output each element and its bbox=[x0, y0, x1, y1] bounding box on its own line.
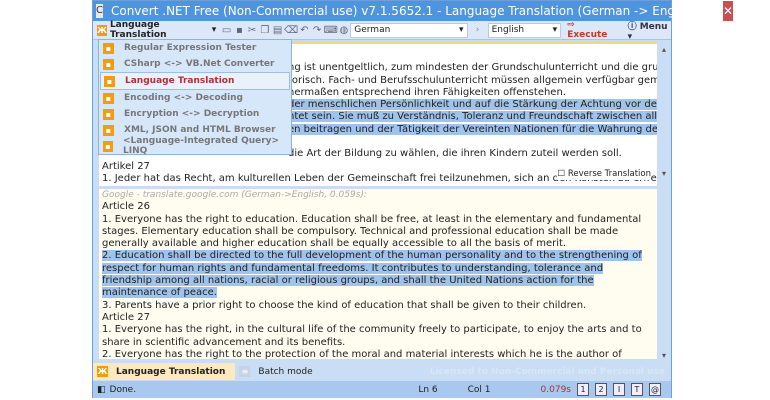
source-language-select[interactable]: German ▾ bbox=[350, 22, 468, 38]
scroll-up-icon[interactable]: ▴ bbox=[659, 45, 669, 54]
translation-text: 1. Everyone has the right, in the cultur… bbox=[102, 324, 642, 348]
line-number: Ln 6 bbox=[418, 384, 438, 395]
status-toggle-button[interactable]: 1 bbox=[577, 383, 589, 396]
browser-icon: ▪ bbox=[103, 124, 114, 136]
menu-item[interactable]: ▪ Regular Expression Tester bbox=[100, 40, 290, 56]
open-icon[interactable]: ▭ bbox=[220, 25, 233, 36]
tab-batch-mode[interactable]: ≡ Batch mode bbox=[235, 363, 322, 380]
encryption-icon: ▪ bbox=[103, 108, 114, 120]
source-line-text: hermaßen entsprechend ihren Fähigkeiten … bbox=[288, 86, 566, 98]
menu-button[interactable]: ⓘ Menu ▾ bbox=[628, 19, 671, 42]
translation-text: 2. Education shall be directed to the fu… bbox=[102, 250, 642, 299]
target-language-select[interactable]: English ▾ bbox=[487, 22, 562, 38]
status-toggle-button[interactable]: 2 bbox=[595, 383, 607, 396]
close-button[interactable]: ✕ bbox=[723, 1, 734, 21]
mode-dropdown[interactable]: Ж Language Translation ▾ bbox=[93, 20, 220, 40]
source-line bbox=[288, 136, 657, 148]
paste-icon[interactable]: ▤ bbox=[271, 25, 284, 36]
copy-icon[interactable]: ❐ bbox=[259, 25, 272, 36]
title-bar: C Convert .NET Free (Non-Commercial use)… bbox=[93, 1, 734, 21]
translation-text: 1. Everyone has the right to education. … bbox=[102, 213, 642, 250]
menu-item-label: Regular Expression Tester bbox=[124, 43, 257, 53]
converter-icon: ▪ bbox=[103, 58, 114, 70]
menu-item[interactable]: ▪ Encoding <-> Decoding bbox=[100, 90, 290, 106]
menu-item-label: Language Translation bbox=[125, 76, 235, 86]
translation-paragraph: 2. Everyone has the right to the protect… bbox=[102, 349, 653, 359]
source-line bbox=[288, 50, 657, 62]
translation-text: 3. Parents have a prior right to choose … bbox=[102, 299, 587, 311]
menu-item-label: Encoding <-> Decoding bbox=[124, 93, 244, 103]
save-icon[interactable]: ▪ bbox=[233, 25, 246, 36]
source-line-text: der menschlichen Persönlichkeit und auf … bbox=[288, 99, 657, 111]
menu-item[interactable]: ▪ Language Translation bbox=[100, 72, 290, 90]
source-line-text: en beitragen und der Tätigkeit der Verei… bbox=[288, 123, 657, 135]
source-line-text: ng ist unentgeltlich, zum mindesten der … bbox=[288, 62, 657, 74]
source-line: en beitragen und der Tätigkeit der Verei… bbox=[288, 123, 657, 136]
scroll-down-icon[interactable]: ▾ bbox=[659, 169, 669, 178]
elapsed-time: 0.079s bbox=[540, 384, 571, 395]
source-line-text: die Art der Bildung zu wählen, die ihren… bbox=[288, 148, 622, 160]
source-line: der menschlichen Persönlichkeit und auf … bbox=[288, 99, 657, 111]
translation-paragraph: 1. Everyone has the right, in the cultur… bbox=[102, 324, 653, 349]
tab-language-translation[interactable]: Ж Language Translation bbox=[93, 363, 236, 380]
translation-paragraph: Article 27 bbox=[102, 312, 653, 324]
globe-icon[interactable]: ◍ bbox=[338, 25, 351, 36]
column-number: Col 1 bbox=[467, 384, 491, 395]
translation-paragraph: Article 26 bbox=[102, 201, 653, 213]
status-toggle-button[interactable]: T bbox=[631, 383, 643, 396]
translation-output[interactable]: Google - translate.google.com (German->E… bbox=[99, 189, 657, 359]
app-icon: C bbox=[96, 4, 103, 18]
license-text: Licensed to Non-Commercial and Personal … bbox=[429, 366, 665, 377]
source-line: ng ist unentgeltlich, zum mindesten der … bbox=[288, 62, 657, 74]
status-icon: ◧ bbox=[97, 384, 106, 395]
menu-item-label: Encryption <-> Decryption bbox=[124, 109, 260, 119]
translation-icon: Ж bbox=[97, 24, 107, 36]
status-text: Done. bbox=[109, 384, 137, 395]
translation-icon: ▪ bbox=[104, 75, 115, 87]
translation-text: 2. Everyone has the right to the protect… bbox=[102, 348, 622, 359]
minimize-button[interactable]: — bbox=[700, 4, 712, 18]
translation-text: Article 27 bbox=[102, 311, 150, 323]
window-title: Convert .NET Free (Non-Commercial use) v… bbox=[110, 4, 701, 18]
menu-item-label: XML, JSON and HTML Browser bbox=[124, 125, 276, 135]
redo-icon[interactable]: ↷ bbox=[311, 25, 324, 36]
source-line: torisch. Fach- und Berufsschulunterricht… bbox=[288, 75, 657, 87]
keyboard-icon[interactable]: ⌨ bbox=[324, 25, 338, 36]
swap-arrow: › bbox=[475, 25, 480, 35]
translation-paragraph: 3. Parents have a prior right to choose … bbox=[102, 300, 653, 312]
batch-icon: ≡ bbox=[239, 366, 251, 377]
mode-dropdown-menu: ▪ Regular Expression Tester ▪ CSharp <-> VB… bbox=[98, 39, 292, 156]
status-toggle-button[interactable]: @ bbox=[649, 383, 661, 396]
translation-icon: Ж bbox=[97, 366, 108, 377]
status-toggle-button[interactable]: I bbox=[613, 383, 625, 396]
reverse-translation-checkbox[interactable]: ☐ Reverse Translation bbox=[557, 167, 651, 180]
linq-icon: ▪ bbox=[103, 140, 114, 152]
source-line-text: torisch. Fach- und Berufsschulunterricht… bbox=[288, 74, 657, 86]
menu-item-label: <Language-Integrated Query> LINQ bbox=[123, 136, 280, 156]
eraser-icon[interactable]: ⌫ bbox=[284, 25, 298, 36]
toolbar: Ж Language Translation ▾ ▭ ▪ ✂ ❐ ▤ ⌫ ↶ ↷ ⌨ ◍ Ger… bbox=[93, 19, 671, 42]
source-line: hermaßen entsprechend ihren Fähigkeiten … bbox=[288, 87, 657, 99]
menu-item[interactable]: ▪ <Language-Integrated Query> LINQ bbox=[100, 136, 290, 156]
menu-item-label: CSharp <-> VB.Net Converter bbox=[124, 59, 275, 69]
undo-icon[interactable]: ↶ bbox=[298, 25, 311, 36]
maximize-button[interactable]: ☐ bbox=[712, 4, 723, 18]
translation-text: Article 26 bbox=[102, 201, 150, 213]
regex-icon: ▪ bbox=[103, 42, 114, 54]
source-line: htet sein. Sie muß zu Verständnis, Toler… bbox=[288, 111, 657, 123]
scroll-down-icon[interactable]: ▾ bbox=[659, 351, 669, 360]
encoding-icon: ▪ bbox=[103, 92, 114, 104]
source-line-text: htet sein. Sie muß zu Verständnis, Toler… bbox=[288, 111, 657, 123]
menu-item[interactable]: ▪ Encryption <-> Decryption bbox=[100, 106, 290, 122]
menu-item[interactable]: ▪ CSharp <-> VB.Net Converter bbox=[100, 56, 290, 72]
execute-button[interactable]: ⇨ Execute bbox=[567, 20, 613, 40]
tab-bar: Ж Language Translation ≡ Batch mode Licens… bbox=[93, 363, 671, 380]
translation-source-header: Google - translate.google.com (German->E… bbox=[102, 190, 367, 200]
translation-paragraph: 2. Education shall be directed to the fu… bbox=[102, 250, 653, 299]
status-bar: ◧ Done. Ln 6 Col 1 0.079s 1 2 I T @ bbox=[93, 381, 671, 398]
cut-icon[interactable]: ✂ bbox=[246, 25, 259, 36]
translation-paragraph: 1. Everyone has the right to education. … bbox=[102, 214, 653, 251]
source-line: die Art der Bildung zu wählen, die ihren… bbox=[288, 148, 657, 160]
